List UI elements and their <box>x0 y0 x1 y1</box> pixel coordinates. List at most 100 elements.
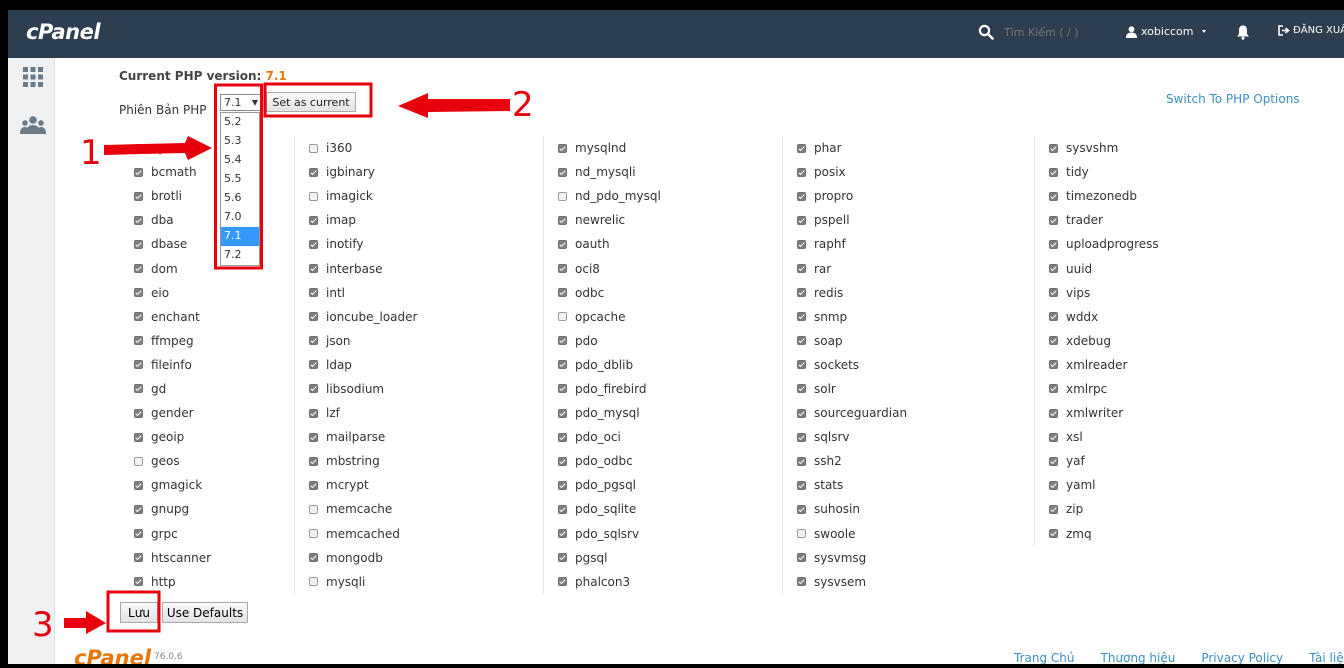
extension-pdo-sqlsrv[interactable]: pdo_sqlsrv <box>544 522 779 546</box>
extension-checkbox[interactable] <box>558 143 567 153</box>
extension-checkbox[interactable] <box>1049 288 1058 298</box>
logout-button[interactable]: ĐĂNG XUẤ <box>1278 25 1344 36</box>
set-as-current-button[interactable]: Set as current <box>266 92 356 112</box>
extension-wddx[interactable]: wddx <box>1035 305 1270 329</box>
extension-xmlreader[interactable]: xmlreader <box>1035 353 1270 377</box>
extension-checkbox[interactable] <box>797 336 806 346</box>
extension-checkbox[interactable] <box>558 215 567 225</box>
extension-pdo-dblib[interactable]: pdo_dblib <box>544 353 779 377</box>
extension-checkbox[interactable] <box>134 408 143 418</box>
extension-checkbox[interactable] <box>134 529 143 539</box>
extension-checkbox[interactable] <box>1049 312 1058 322</box>
extension-checkbox[interactable] <box>558 553 567 563</box>
extension-checkbox[interactable] <box>134 143 143 153</box>
extension-checkbox[interactable] <box>558 239 567 249</box>
extension-timezonedb[interactable]: timezonedb <box>1035 184 1270 208</box>
extension-phar[interactable]: phar <box>783 136 1018 160</box>
extension-soap[interactable]: soap <box>783 329 1018 353</box>
extension-checkbox[interactable] <box>797 529 806 539</box>
extension-lzf[interactable]: lzf <box>295 401 530 425</box>
extension-checkbox[interactable] <box>797 408 806 418</box>
extension-ldap[interactable]: ldap <box>295 353 530 377</box>
users-icon[interactable] <box>20 114 46 136</box>
extension-checkbox[interactable] <box>1049 239 1058 249</box>
extension-checkbox[interactable] <box>309 239 318 249</box>
extension-pspell[interactable]: pspell <box>783 208 1018 232</box>
extension-pdo-sqlite[interactable]: pdo_sqlite <box>544 497 779 521</box>
extension-nd-pdo-mysql[interactable]: nd_pdo_mysql <box>544 184 779 208</box>
extension-checkbox[interactable] <box>309 312 318 322</box>
extension-checkbox[interactable] <box>309 456 318 466</box>
extension-checkbox[interactable] <box>1049 360 1058 370</box>
extension-checkbox[interactable] <box>797 191 806 201</box>
extension-checkbox[interactable] <box>134 239 143 249</box>
extension-checkbox[interactable] <box>558 360 567 370</box>
dropdown-option[interactable]: 5.6 <box>221 189 259 208</box>
extension-sockets[interactable]: sockets <box>783 353 1018 377</box>
extension-propro[interactable]: propro <box>783 184 1018 208</box>
extension-rar[interactable]: rar <box>783 256 1018 280</box>
extension-phalcon3[interactable]: phalcon3 <box>544 570 779 594</box>
extension-checkbox[interactable] <box>309 360 318 370</box>
extension-checkbox[interactable] <box>309 553 318 563</box>
extension-checkbox[interactable] <box>797 504 806 514</box>
extension-checkbox[interactable] <box>134 432 143 442</box>
extension-checkbox[interactable] <box>134 264 143 274</box>
extension-checkbox[interactable] <box>309 336 318 346</box>
extension-checkbox[interactable] <box>134 480 143 490</box>
extension-xmlwriter[interactable]: xmlwriter <box>1035 401 1270 425</box>
extension-suhosin[interactable]: suhosin <box>783 497 1018 521</box>
extension-checkbox[interactable] <box>797 456 806 466</box>
extension-ioncube-loader[interactable]: ioncube_loader <box>295 305 530 329</box>
extension-checkbox[interactable] <box>558 288 567 298</box>
extension-sqlsrv[interactable]: sqlsrv <box>783 425 1018 449</box>
save-button[interactable]: Lưu <box>120 602 158 623</box>
extension-mailparse[interactable]: mailparse <box>295 425 530 449</box>
extension-checkbox[interactable] <box>558 408 567 418</box>
extension-checkbox[interactable] <box>558 264 567 274</box>
extension-mongodb[interactable]: mongodb <box>295 546 530 570</box>
extension-intl[interactable]: intl <box>295 281 530 305</box>
extension-nd-mysqli[interactable]: nd_mysqli <box>544 160 779 184</box>
dropdown-option[interactable]: 5.2 <box>221 113 259 132</box>
extension-checkbox[interactable] <box>797 288 806 298</box>
extension-checkbox[interactable] <box>309 480 318 490</box>
extension-pdo[interactable]: pdo <box>544 329 779 353</box>
extension-checkbox[interactable] <box>797 239 806 249</box>
extension-checkbox[interactable] <box>797 167 806 177</box>
extension-checkbox[interactable] <box>1049 167 1058 177</box>
apps-grid-icon[interactable] <box>22 66 44 88</box>
extension-checkbox[interactable] <box>558 336 567 346</box>
extension-checkbox[interactable] <box>1049 191 1058 201</box>
extension-checkbox[interactable] <box>134 504 143 514</box>
extension-pdo-oci[interactable]: pdo_oci <box>544 425 779 449</box>
extension-inotify[interactable]: inotify <box>295 232 530 256</box>
extension-checkbox[interactable] <box>309 408 318 418</box>
extension-pdo-firebird[interactable]: pdo_firebird <box>544 377 779 401</box>
extension-checkbox[interactable] <box>134 577 143 587</box>
dropdown-option[interactable]: 5.3 <box>221 132 259 151</box>
extension-checkbox[interactable] <box>309 288 318 298</box>
extension-pdo-odbc[interactable]: pdo_odbc <box>544 449 779 473</box>
extension-mysqlnd[interactable]: mysqlnd <box>544 136 779 160</box>
extension-checkbox[interactable] <box>797 312 806 322</box>
extension-checkbox[interactable] <box>797 384 806 394</box>
extension-checkbox[interactable] <box>797 577 806 587</box>
extension-checkbox[interactable] <box>134 336 143 346</box>
extension-checkbox[interactable] <box>1049 143 1058 153</box>
extension-checkbox[interactable] <box>797 360 806 370</box>
extension-xsl[interactable]: xsl <box>1035 425 1270 449</box>
footer-link[interactable]: Thương hiệu <box>1100 651 1175 664</box>
extension-sysvsem[interactable]: sysvsem <box>783 570 1018 594</box>
extension-checkbox[interactable] <box>309 167 318 177</box>
extension-checkbox[interactable] <box>1049 504 1058 514</box>
extension-solr[interactable]: solr <box>783 377 1018 401</box>
extension-checkbox[interactable] <box>1049 456 1058 466</box>
extension-checkbox[interactable] <box>309 215 318 225</box>
extension-checkbox[interactable] <box>558 384 567 394</box>
extension-checkbox[interactable] <box>797 432 806 442</box>
extension-json[interactable]: json <box>295 329 530 353</box>
extension-yaml[interactable]: yaml <box>1035 473 1270 497</box>
extension-zip[interactable]: zip <box>1035 497 1270 521</box>
extension-sysvmsg[interactable]: sysvmsg <box>783 546 1018 570</box>
